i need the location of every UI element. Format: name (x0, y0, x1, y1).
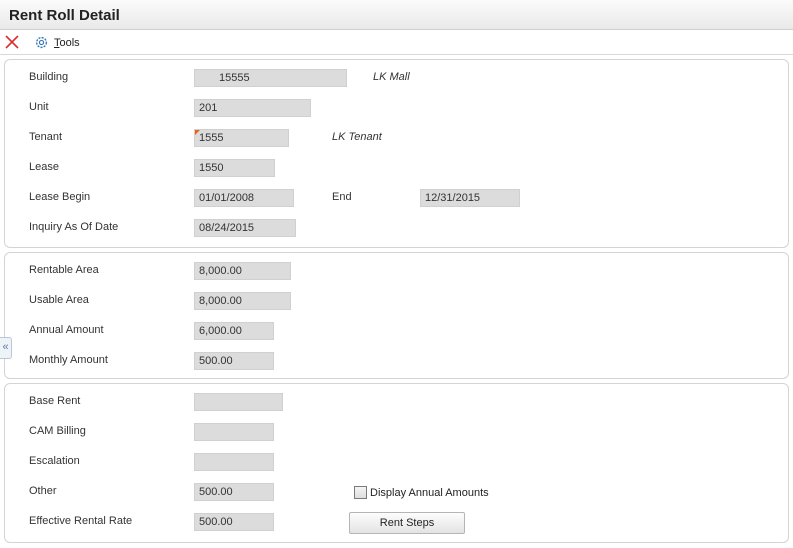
lease-info-panel: Building 15555 LK Mall Unit 201 Tenant 1… (4, 59, 789, 248)
rentable-area-field: 8,000.00 (194, 262, 291, 280)
escalation-label: Escalation (29, 455, 80, 467)
gear-icon (35, 36, 48, 49)
inquiry-date-label: Inquiry As Of Date (29, 221, 119, 233)
inquiry-date-field: 08/24/2015 (194, 219, 296, 237)
usable-area-label: Usable Area (29, 294, 89, 306)
display-annual-checkbox[interactable]: Display Annual Amounts (354, 486, 489, 499)
close-icon[interactable] (4, 34, 20, 50)
page-title: Rent Roll Detail (9, 7, 120, 24)
checkbox-box[interactable] (354, 486, 367, 499)
display-annual-label: Display Annual Amounts (370, 486, 489, 499)
effective-rate-label: Effective Rental Rate (29, 515, 133, 527)
building-description: LK Mall (373, 71, 410, 83)
title-bar: Rent Roll Detail (0, 0, 793, 30)
base-rent-label: Base Rent (29, 395, 81, 407)
escalation-field (194, 453, 274, 471)
end-label: End (332, 191, 352, 203)
tools-label: Tools (54, 36, 80, 49)
tenant-value: 1555 (199, 132, 224, 144)
rent-steps-button[interactable]: Rent Steps (349, 512, 465, 534)
effective-rate-field: 500.00 (194, 513, 274, 531)
unit-field: 201 (194, 99, 311, 117)
tenant-label: Tenant (29, 131, 63, 143)
lease-field: 1550 (194, 159, 275, 177)
tools-button[interactable]: Tools (34, 34, 80, 51)
end-field: 12/31/2015 (420, 189, 520, 207)
building-field: 15555 (194, 69, 347, 87)
cam-billing-label: CAM Billing (29, 425, 86, 437)
rent-breakdown-panel: Base Rent CAM Billing Escalation Other 5… (4, 383, 789, 543)
usable-area-field: 8,000.00 (194, 292, 291, 310)
annual-amount-field: 6,000.00 (194, 322, 274, 340)
other-field: 500.00 (194, 483, 274, 501)
required-indicator (195, 130, 200, 135)
toolbar: Tools (0, 30, 793, 55)
other-label: Other (29, 485, 57, 497)
building-label: Building (29, 71, 69, 83)
unit-label: Unit (29, 101, 49, 113)
tenant-field: 1555 (194, 129, 289, 147)
base-rent-field (194, 393, 283, 411)
area-amounts-panel: Rentable Area 8,000.00 Usable Area 8,000… (4, 252, 789, 379)
tenant-description: LK Tenant (332, 131, 382, 143)
lease-begin-label: Lease Begin (29, 191, 91, 203)
rentable-area-label: Rentable Area (29, 264, 99, 276)
lease-label: Lease (29, 161, 59, 173)
monthly-amount-field: 500.00 (194, 352, 274, 370)
cam-billing-field (194, 423, 274, 441)
collapse-panel-tab[interactable]: « (0, 337, 12, 359)
annual-amount-label: Annual Amount (29, 324, 104, 336)
lease-begin-field: 01/01/2008 (194, 189, 294, 207)
monthly-amount-label: Monthly Amount (29, 354, 108, 366)
